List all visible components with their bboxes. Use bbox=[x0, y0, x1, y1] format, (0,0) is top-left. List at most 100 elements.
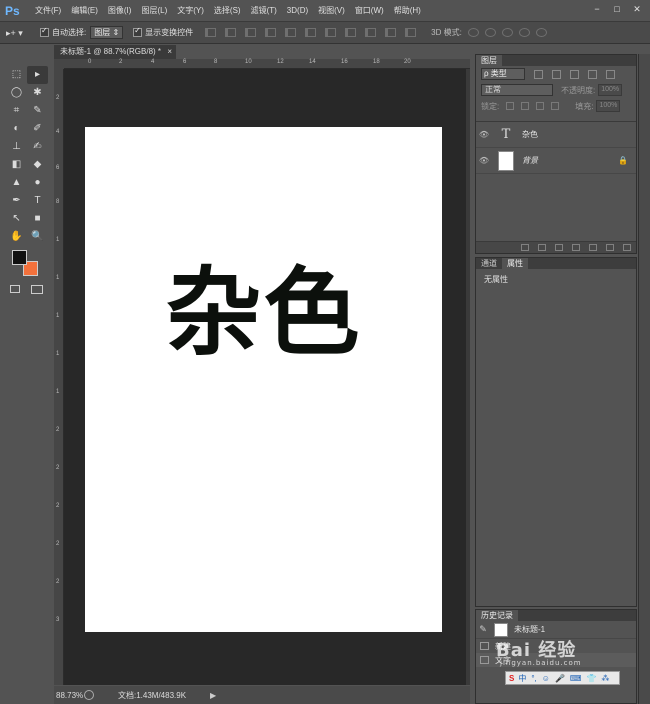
menu-file[interactable]: 文件(F) bbox=[35, 5, 61, 16]
fill-field[interactable]: 100% bbox=[596, 100, 621, 112]
new-layer-icon[interactable] bbox=[606, 244, 614, 251]
horizontal-ruler[interactable]: 0 2 4 6 8 10 12 14 16 18 20 bbox=[64, 59, 470, 69]
tab-properties[interactable]: 属性 bbox=[502, 258, 528, 269]
ime-language-mode[interactable]: 中 bbox=[518, 673, 526, 684]
clone-stamp-tool-icon[interactable]: ⊥ bbox=[6, 138, 27, 156]
menu-layer[interactable]: 图层(L) bbox=[141, 5, 167, 16]
lock-transparent-icon[interactable] bbox=[506, 102, 515, 110]
show-transform-checkbox[interactable] bbox=[133, 26, 143, 37]
auto-select-dropdown[interactable]: 图层 ⇕ bbox=[90, 26, 124, 39]
tab-layers[interactable]: 图层 bbox=[476, 55, 502, 66]
menu-type[interactable]: 文字(Y) bbox=[177, 5, 204, 16]
align-bottom-icon[interactable] bbox=[245, 28, 257, 37]
ime-keyboard-icon[interactable]: ⌨ bbox=[570, 674, 582, 683]
close-tab-icon[interactable]: × bbox=[167, 45, 172, 59]
3d-roll-icon[interactable] bbox=[484, 28, 496, 37]
layer-filter-dropdown[interactable]: ρ 类型 bbox=[481, 68, 525, 80]
document-tab[interactable]: 未标题-1 @ 88.7%(RGB/8) * × bbox=[54, 45, 176, 59]
menu-filter[interactable]: 滤镜(T) bbox=[251, 5, 277, 16]
menu-image[interactable]: 图像(I) bbox=[108, 5, 132, 16]
paint-bucket-tool-icon[interactable]: ◆ bbox=[27, 156, 48, 174]
align-hcenter-icon[interactable] bbox=[285, 28, 297, 37]
foreground-color-swatch[interactable] bbox=[12, 250, 27, 265]
auto-select-checkbox[interactable] bbox=[40, 26, 49, 37]
filter-smart-object-icon[interactable] bbox=[606, 69, 615, 79]
magic-wand-tool-icon[interactable]: ✱ bbox=[27, 84, 48, 102]
status-menu-arrow-icon[interactable]: ▶ bbox=[210, 691, 216, 700]
lock-all-icon[interactable] bbox=[551, 102, 560, 110]
add-mask-icon[interactable] bbox=[555, 244, 563, 251]
layer-row-text[interactable]: 👁 T 杂色 bbox=[476, 122, 636, 148]
healing-brush-tool-icon[interactable]: ◐ bbox=[6, 120, 27, 138]
opacity-field[interactable]: 100% bbox=[598, 84, 623, 96]
link-layers-icon[interactable] bbox=[521, 244, 529, 251]
new-group-icon[interactable] bbox=[589, 244, 597, 251]
history-brush-source-icon[interactable]: ✎ bbox=[476, 624, 490, 635]
screen-mode-icon[interactable] bbox=[31, 285, 43, 294]
type-tool-icon[interactable]: T bbox=[27, 192, 48, 210]
crop-tool-icon[interactable]: ⌗ bbox=[6, 102, 27, 120]
vertical-scrollbar[interactable] bbox=[466, 69, 470, 685]
filter-adjustment-icon[interactable] bbox=[552, 69, 561, 79]
distribute-top-icon[interactable] bbox=[325, 28, 337, 37]
filter-type-icon[interactable] bbox=[570, 69, 579, 79]
rectangle-tool-icon[interactable]: ■ bbox=[27, 210, 48, 228]
layer-row-background[interactable]: 👁 背景 🔒 bbox=[476, 148, 636, 174]
path-selection-tool-icon[interactable]: ↖ bbox=[6, 210, 27, 228]
move-tool-icon[interactable]: ▸ bbox=[27, 66, 48, 84]
3d-scale-icon[interactable] bbox=[535, 28, 547, 37]
tab-history[interactable]: 历史记录 bbox=[476, 610, 518, 621]
tab-channels[interactable]: 通道 bbox=[476, 258, 502, 269]
eraser-tool-icon[interactable]: ◧ bbox=[6, 156, 27, 174]
move-tool-preset-icon[interactable]: ▸+ ▾ bbox=[6, 25, 30, 41]
align-vcenter-icon[interactable] bbox=[225, 28, 237, 37]
hand-tool-icon[interactable]: ✋ bbox=[6, 228, 27, 246]
history-brush-tool-icon[interactable]: ✍ bbox=[27, 138, 48, 156]
quick-mask-icon[interactable] bbox=[10, 285, 20, 293]
align-left-icon[interactable] bbox=[265, 28, 277, 37]
distribute-vcenter-icon[interactable] bbox=[345, 28, 357, 37]
blur-tool-icon[interactable]: ▲ bbox=[6, 174, 27, 192]
status-info-icon[interactable] bbox=[84, 690, 94, 700]
lasso-tool-icon[interactable]: ◯ bbox=[6, 84, 27, 102]
visibility-eye-icon[interactable]: 👁 bbox=[476, 156, 492, 165]
close-button[interactable]: ✕ bbox=[628, 2, 646, 16]
panel-dock-strip[interactable] bbox=[638, 54, 650, 704]
menu-help[interactable]: 帮助(H) bbox=[394, 5, 421, 16]
maximize-button[interactable]: □ bbox=[608, 2, 626, 16]
ime-skin-icon[interactable]: 👕 bbox=[586, 674, 596, 683]
3d-rotate-icon[interactable] bbox=[467, 28, 479, 37]
distribute-bottom-icon[interactable] bbox=[365, 28, 377, 37]
zoom-tool-icon[interactable]: 🔍 bbox=[27, 228, 48, 246]
minimize-button[interactable]: − bbox=[588, 2, 606, 16]
filter-shape-icon[interactable] bbox=[588, 69, 597, 79]
ime-tools-icon[interactable]: ⁂ bbox=[601, 674, 609, 683]
menu-3d[interactable]: 3D(D) bbox=[287, 6, 308, 15]
layer-name[interactable]: 背景 bbox=[522, 155, 538, 166]
canvas-text-layer[interactable]: 杂色 bbox=[85, 253, 442, 373]
canvas-workspace[interactable]: 杂色 bbox=[64, 69, 470, 685]
visibility-eye-icon[interactable]: 👁 bbox=[476, 130, 492, 139]
menu-select[interactable]: 选择(S) bbox=[214, 5, 241, 16]
distribute-right-icon[interactable] bbox=[405, 28, 417, 37]
zoom-level[interactable]: 88.73% bbox=[54, 691, 84, 700]
ime-punctuation-icon[interactable]: °, bbox=[531, 674, 536, 683]
3d-slide-icon[interactable] bbox=[518, 28, 530, 37]
filter-pixel-icon[interactable] bbox=[534, 69, 543, 79]
blend-mode-dropdown[interactable]: 正常 bbox=[481, 84, 553, 96]
ruler-origin[interactable] bbox=[54, 59, 64, 69]
layer-name[interactable]: 杂色 bbox=[522, 129, 538, 140]
align-top-icon[interactable] bbox=[205, 28, 217, 37]
vertical-ruler[interactable]: 2 4 6 8 1 1 1 1 1 2 2 2 2 2 3 bbox=[54, 69, 64, 685]
document-canvas[interactable]: 杂色 bbox=[85, 127, 442, 632]
3d-drag-icon[interactable] bbox=[501, 28, 513, 37]
ime-voice-icon[interactable]: 🎤 bbox=[555, 674, 565, 683]
ime-emoji-icon[interactable]: ☺ bbox=[542, 674, 550, 683]
pen-tool-icon[interactable]: ✒ bbox=[6, 192, 27, 210]
marquee-tool-icon[interactable]: ⬚ bbox=[6, 66, 27, 84]
brush-tool-icon[interactable]: ✐ bbox=[27, 120, 48, 138]
menu-view[interactable]: 视图(V) bbox=[318, 5, 345, 16]
align-right-icon[interactable] bbox=[305, 28, 317, 37]
layer-style-icon[interactable] bbox=[538, 244, 546, 251]
adjustment-layer-icon[interactable] bbox=[572, 244, 580, 251]
